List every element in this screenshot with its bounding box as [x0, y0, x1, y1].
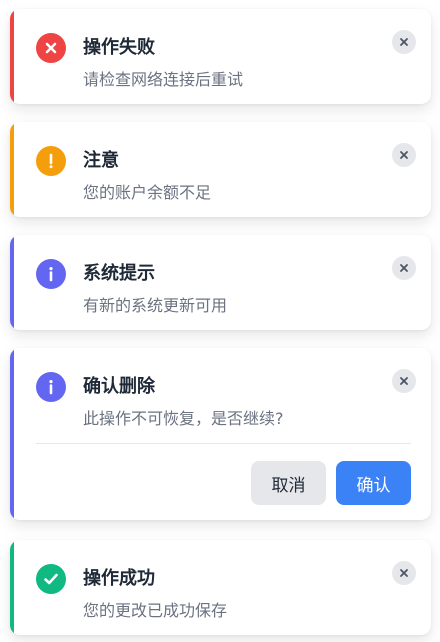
toast-title: 注意: [83, 150, 119, 171]
notification-stack: 操作失败 请检查网络连接后重试 注意 您的账户余额不足 系统提示 有新的系统更新…: [0, 0, 440, 642]
success-check-icon: [36, 564, 66, 594]
toast-accent-bar: [10, 9, 14, 104]
toast-title: 操作失败: [83, 37, 155, 58]
close-icon: [400, 264, 408, 272]
toast-title: 确认删除: [83, 376, 155, 397]
toast-message: 您的更改已成功保存: [83, 601, 228, 620]
toast-warning: 注意 您的账户余额不足: [10, 122, 431, 217]
toast-message: 此操作不可恢复，是否继续?: [83, 409, 284, 428]
toast-info: 系统提示 有新的系统更新可用: [10, 235, 431, 330]
toast-confirm-delete: 确认删除 此操作不可恢复，是否继续? 取消 确认: [10, 348, 431, 520]
confirm-button[interactable]: 确认: [336, 461, 411, 505]
info-icon: [36, 372, 66, 402]
close-icon: [400, 569, 408, 577]
toast-accent-bar: [10, 348, 14, 520]
toast-message: 有新的系统更新可用: [83, 296, 228, 315]
close-button[interactable]: [392, 143, 416, 167]
toast-accent-bar: [10, 122, 14, 217]
close-button[interactable]: [392, 256, 416, 280]
toast-message: 您的账户余额不足: [83, 183, 212, 202]
close-icon: [400, 38, 408, 46]
toast-success: 操作成功 您的更改已成功保存: [10, 540, 431, 635]
toast-error: 操作失败 请检查网络连接后重试: [10, 9, 431, 104]
close-button[interactable]: [392, 561, 416, 585]
info-icon: [36, 259, 66, 289]
close-icon: [400, 377, 408, 385]
warning-exclamation-icon: [36, 146, 66, 176]
toast-message: 请检查网络连接后重试: [83, 70, 244, 89]
toast-title: 操作成功: [83, 568, 155, 589]
error-x-icon: [36, 33, 66, 63]
close-button[interactable]: [392, 30, 416, 54]
toast-accent-bar: [10, 235, 14, 330]
divider: [36, 443, 411, 444]
cancel-button[interactable]: 取消: [251, 461, 326, 505]
toast-title: 系统提示: [83, 263, 155, 284]
close-button[interactable]: [392, 369, 416, 393]
close-icon: [400, 151, 408, 159]
toast-accent-bar: [10, 540, 14, 635]
